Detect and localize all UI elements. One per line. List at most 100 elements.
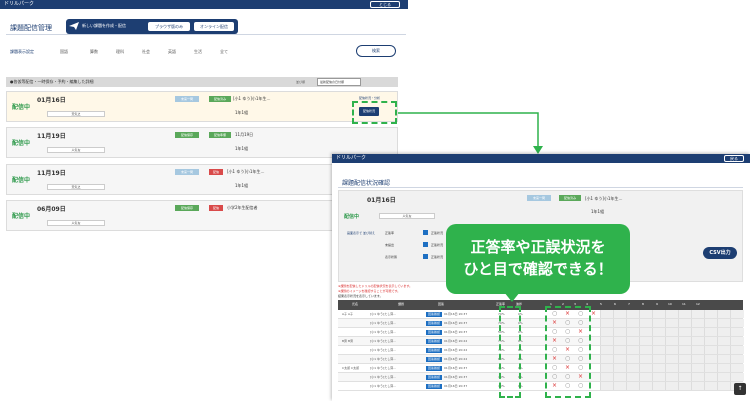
grid-cell <box>730 319 744 327</box>
grid-cell <box>639 355 653 363</box>
grid-cell <box>639 319 653 327</box>
note-text: ※課題のイメージを確認することが可能です。 <box>338 289 401 293</box>
detail-title: 課題配信状況確認 <box>342 180 391 187</box>
analysis-link[interactable]: 配信状況・分析 <box>359 96 380 100</box>
card-date: 11月19日 <box>37 170 66 177</box>
scroll-top-button[interactable]: ↑ <box>734 383 746 395</box>
close-button[interactable]: とじる <box>370 1 400 8</box>
answer-check-button[interactable]: 回答確認 <box>426 321 443 326</box>
card-name-box: 人気な <box>47 220 105 226</box>
filter-option[interactable]: 算数 <box>90 49 98 55</box>
answer-date: 01月16日 20:22 <box>444 357 468 361</box>
grid-cell <box>613 346 627 354</box>
browser-only-button[interactable]: プラウザ版のみ <box>148 22 190 31</box>
card-date: 06月09日 <box>37 206 66 213</box>
table-row: [小1 ゆう]たし算… 回答確認 01月16日 20:37 50% 0% ○ ○ × <box>338 328 744 337</box>
grid-cell <box>678 355 692 363</box>
answer-check-button[interactable]: 回答確認 <box>426 375 443 380</box>
filter-option[interactable]: 生活 <box>194 49 202 55</box>
row-course: [小1 ゆう]たし算… <box>370 321 397 325</box>
card-status: 配信中 <box>12 140 31 147</box>
card-status: 配信中 <box>12 177 31 184</box>
column-header: 11 <box>682 302 686 306</box>
answer-check-button[interactable]: 回答確認 <box>426 357 443 362</box>
grid-cell <box>704 337 718 345</box>
filter-option[interactable]: 社会 <box>142 49 150 55</box>
grid-cell <box>678 319 692 327</box>
detail-app-title: ドリルパーク <box>336 155 367 161</box>
checkbox[interactable] <box>423 254 428 259</box>
grid-cell <box>639 382 653 390</box>
grid-cell <box>678 310 692 318</box>
back-button[interactable]: 戻る <box>724 155 744 162</box>
answer-check-button[interactable]: 回答確認 <box>426 366 443 371</box>
card-tag: 配信 <box>209 169 223 175</box>
table-row: [小1 ゆう]たし算… 回答確認 01月16日 20:22 70% 0% ○ × ○ <box>338 346 744 355</box>
card-class: 1年1組 <box>235 146 249 151</box>
grid-cell <box>613 319 627 327</box>
grid-cell <box>613 328 627 336</box>
grid-cell <box>665 310 679 318</box>
column-header: 12 <box>696 302 700 306</box>
header-divider <box>6 34 406 35</box>
grid-cell <box>652 373 666 381</box>
answer-date: 01月16日 20:37 <box>444 321 468 325</box>
highlight-frame <box>352 101 397 124</box>
grid-cell <box>626 337 640 345</box>
filter-option[interactable]: 英語 <box>168 49 176 55</box>
filter-option[interactable]: 国語 <box>60 49 68 55</box>
checkbox[interactable] <box>423 242 428 247</box>
assignment-card[interactable]: 配信中 01月16日 天気之 未来一問 配信済み [小1 ゆう]小1年生… 1年… <box>6 91 398 122</box>
table-header: 氏名 課題 回答 正答率 進捗 1 2 3 4 5 6 7 8 9 10 11 … <box>338 300 743 310</box>
sort-label: 並び順 <box>296 80 306 84</box>
grid-cell <box>730 310 744 318</box>
grid-cell <box>665 337 679 345</box>
note-text: ※課題を配信したドリルの配信状況を表示しています。 <box>338 284 413 288</box>
page-header: 課題配信管理 新しい課題を作成・配信 プラウザ版のみ オンライン配信 <box>6 19 406 38</box>
csv-export-button[interactable]: CSV出力 <box>703 247 737 259</box>
answer-check-button[interactable]: 回答確認 <box>426 384 443 389</box>
grid-cell <box>717 328 731 336</box>
online-send-button[interactable]: オンライン配信 <box>194 22 234 31</box>
grid-cell <box>704 319 718 327</box>
grid-cell <box>730 373 744 381</box>
answer-check-button[interactable]: 回答確認 <box>426 348 443 353</box>
grid-cell <box>678 382 692 390</box>
card-tag: 未来一問 <box>175 96 199 102</box>
grid-cell <box>639 346 653 354</box>
search-button[interactable]: 検索 <box>356 45 396 57</box>
check-row-label: 表示状態 <box>385 255 398 259</box>
grid-cell <box>652 337 666 345</box>
answer-check-button[interactable]: 回答確認 <box>426 312 443 317</box>
checkbox[interactable] <box>423 230 428 235</box>
grid-cell <box>626 346 640 354</box>
grid-cell <box>639 328 653 336</box>
answer-check-button[interactable]: 回答確認 <box>426 339 443 344</box>
incorrect-mark-icon: × <box>591 310 597 317</box>
filter-option[interactable]: 全て <box>220 49 228 55</box>
grid-cell <box>665 355 679 363</box>
grid-cell <box>626 364 640 372</box>
grid-cell <box>613 382 627 390</box>
new-assignment-panel: 新しい課題を作成・配信 プラウザ版のみ オンライン配信 <box>66 19 238 34</box>
student-name: C太郎 C太郎 <box>342 366 360 370</box>
sort-select[interactable]: 最新配信の日付順 <box>317 78 361 86</box>
row-course: [小1 ゆう]たし算… <box>370 330 397 334</box>
check-option-label: 正答状況 <box>431 255 444 259</box>
new-assignment-button[interactable]: 新しい課題を作成・配信 <box>82 23 126 29</box>
grid-cell <box>665 382 679 390</box>
grid-cell <box>613 310 627 318</box>
grid-cell <box>717 319 731 327</box>
grid-cell <box>600 310 614 318</box>
grid-cell <box>704 310 718 318</box>
answer-check-button[interactable]: 回答確認 <box>426 330 443 335</box>
list-header: ●各仮等配信・一時保存・予約・編集した詳細 並び順 最新配信の日付順 <box>6 77 398 87</box>
grid-cell <box>626 355 640 363</box>
grid-cell <box>704 355 718 363</box>
card-class: 1年1組 <box>235 110 249 115</box>
list-title: ●各仮等配信・一時保存・予約・編集した詳細 <box>10 79 94 84</box>
grid-cell <box>626 382 640 390</box>
filter-option[interactable]: 理科 <box>116 49 124 55</box>
grid-cell <box>652 346 666 354</box>
grid-cell <box>730 346 744 354</box>
